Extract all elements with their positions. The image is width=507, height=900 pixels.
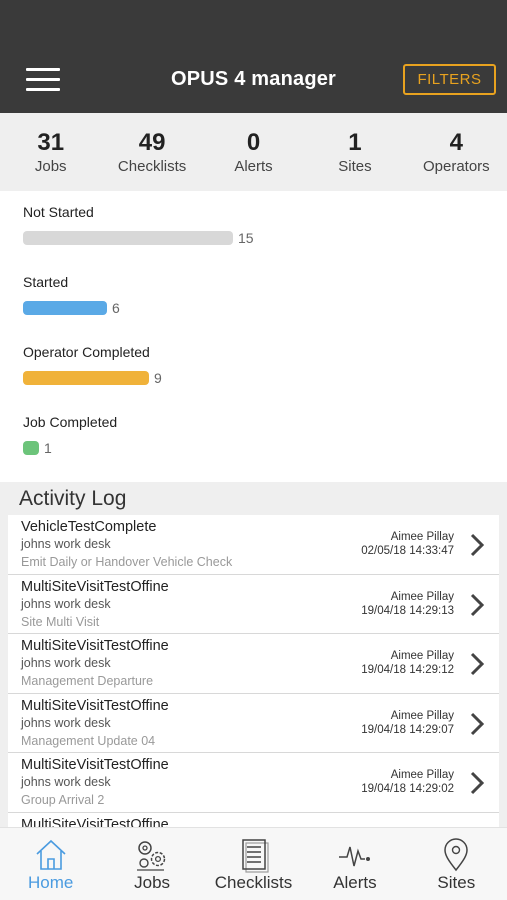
stat-alerts[interactable]: 0 Alerts: [203, 113, 304, 191]
status-bar: [23, 231, 233, 245]
stat-value: 49: [138, 129, 166, 156]
status-label: Operator Completed: [23, 344, 150, 360]
status-bar: [23, 301, 107, 315]
log-timestamp: 19/04/18 14:29:13: [361, 604, 454, 617]
status-label: Not Started: [23, 204, 94, 220]
log-title: VehicleTestComplete: [21, 519, 157, 535]
status-count: 1: [44, 440, 52, 456]
log-description: Management Departure: [21, 674, 154, 688]
log-user: Aimee Pillay: [390, 769, 454, 781]
log-user: Aimee Pillay: [390, 590, 454, 603]
status-count: 6: [112, 300, 120, 316]
stat-operators[interactable]: 4 Operators: [406, 113, 507, 191]
list-item[interactable]: MultiSiteVisitTestOffine johns work desk…: [8, 634, 499, 694]
chevron-right-icon: [470, 533, 485, 557]
status-count: 15: [238, 230, 254, 246]
app-header: OPUS 4 manager FILTERS: [0, 0, 507, 113]
stat-value: 31: [37, 129, 65, 156]
log-location: johns work desk: [21, 715, 111, 730]
activity-log-title: Activity Log: [19, 487, 127, 510]
chevron-right-icon: [470, 593, 485, 616]
home-icon: [36, 839, 66, 870]
status-label: Job Completed: [23, 414, 118, 430]
pulse-icon: [338, 846, 370, 867]
log-location: johns work desk: [21, 537, 111, 551]
job-status-breakdown: Not Started 15 Started 6 Operator Comple…: [23, 204, 483, 484]
jobs-gears-icon: [137, 841, 166, 871]
log-description: Management Update 04: [21, 733, 156, 748]
stat-label: Alerts: [234, 158, 273, 175]
status-label: Started: [23, 274, 69, 290]
list-item[interactable]: MultiSiteVisitTestOffine johns work desk…: [8, 694, 499, 753]
tab-label: Home: [28, 873, 74, 892]
tab-label: Jobs: [134, 873, 171, 892]
log-title: MultiSiteVisitTestOffine: [21, 638, 169, 654]
log-timestamp: 02/05/18 14:33:47: [361, 545, 454, 557]
summary-stats: 31 Jobs 49 Checklists 0 Alerts 1 Sites 4…: [0, 113, 507, 191]
filters-button[interactable]: FILTERS: [403, 64, 496, 95]
log-location: johns work desk: [21, 775, 111, 789]
tab-home[interactable]: Home: [0, 828, 101, 900]
tab-label: Checklists: [214, 873, 293, 892]
list-item[interactable]: MultiSiteVisitTestOffine johns work desk…: [8, 753, 499, 813]
chevron-right-icon: [470, 652, 485, 676]
bottom-tab-bar: Home Jobs Checklists Alerts Sites: [0, 827, 507, 900]
log-location: johns work desk: [21, 656, 111, 670]
chevron-right-icon: [470, 712, 485, 735]
stat-jobs[interactable]: 31 Jobs: [0, 113, 101, 191]
location-pin-icon: [444, 838, 469, 872]
stat-checklists[interactable]: 49 Checklists: [101, 113, 202, 191]
log-timestamp: 19/04/18 14:29:02: [361, 783, 454, 795]
tab-label: Sites: [437, 873, 476, 892]
status-not-started[interactable]: Not Started 15: [23, 204, 483, 274]
log-description: Group Arrival 2: [21, 793, 105, 807]
list-item[interactable]: MultiSiteVisitTestOffine: [8, 813, 499, 828]
log-description: Site Multi Visit: [21, 614, 100, 629]
stat-value: 0: [246, 129, 261, 156]
stat-label: Checklists: [117, 158, 187, 175]
list-item[interactable]: MultiSiteVisitTestOffine johns work desk…: [8, 575, 499, 634]
log-timestamp: 19/04/18 14:29:07: [361, 723, 454, 736]
tab-alerts[interactable]: Alerts: [304, 828, 405, 900]
status-count: 9: [154, 370, 162, 386]
stat-sites[interactable]: 1 Sites: [304, 113, 405, 191]
tab-jobs[interactable]: Jobs: [101, 828, 202, 900]
list-item[interactable]: VehicleTestComplete johns work desk Emit…: [8, 515, 499, 575]
activity-list: VehicleTestComplete johns work desk Emit…: [8, 515, 499, 827]
status-operator-completed[interactable]: Operator Completed 9: [23, 344, 483, 414]
log-title: MultiSiteVisitTestOffine: [21, 757, 169, 773]
status-bar: [23, 441, 39, 455]
stat-label: Operators: [422, 158, 490, 175]
checklist-icon: [241, 839, 269, 873]
log-location: johns work desk: [21, 596, 111, 611]
log-timestamp: 19/04/18 14:29:12: [361, 664, 454, 676]
tab-checklists[interactable]: Checklists: [203, 828, 304, 900]
activity-log[interactable]: Activity Log VehicleTestComplete johns w…: [0, 482, 507, 827]
log-title: MultiSiteVisitTestOffine: [21, 697, 169, 714]
tab-sites[interactable]: Sites: [406, 828, 507, 900]
tab-label: Alerts: [333, 873, 377, 892]
log-title: MultiSiteVisitTestOffine: [21, 578, 169, 595]
log-description: Emit Daily or Handover Vehicle Check: [21, 555, 233, 569]
stat-value: 1: [348, 129, 362, 156]
status-job-completed[interactable]: Job Completed 1: [23, 414, 483, 484]
log-user: Aimee Pillay: [390, 531, 454, 543]
chevron-right-icon: [470, 771, 485, 795]
stat-label: Sites: [338, 158, 372, 175]
log-user: Aimee Pillay: [390, 650, 454, 662]
log-user: Aimee Pillay: [390, 709, 454, 722]
stat-value: 4: [449, 129, 463, 156]
status-started[interactable]: Started 6: [23, 274, 483, 344]
stat-label: Jobs: [34, 158, 67, 175]
status-bar: [23, 371, 149, 385]
log-title: MultiSiteVisitTestOffine: [21, 816, 169, 828]
